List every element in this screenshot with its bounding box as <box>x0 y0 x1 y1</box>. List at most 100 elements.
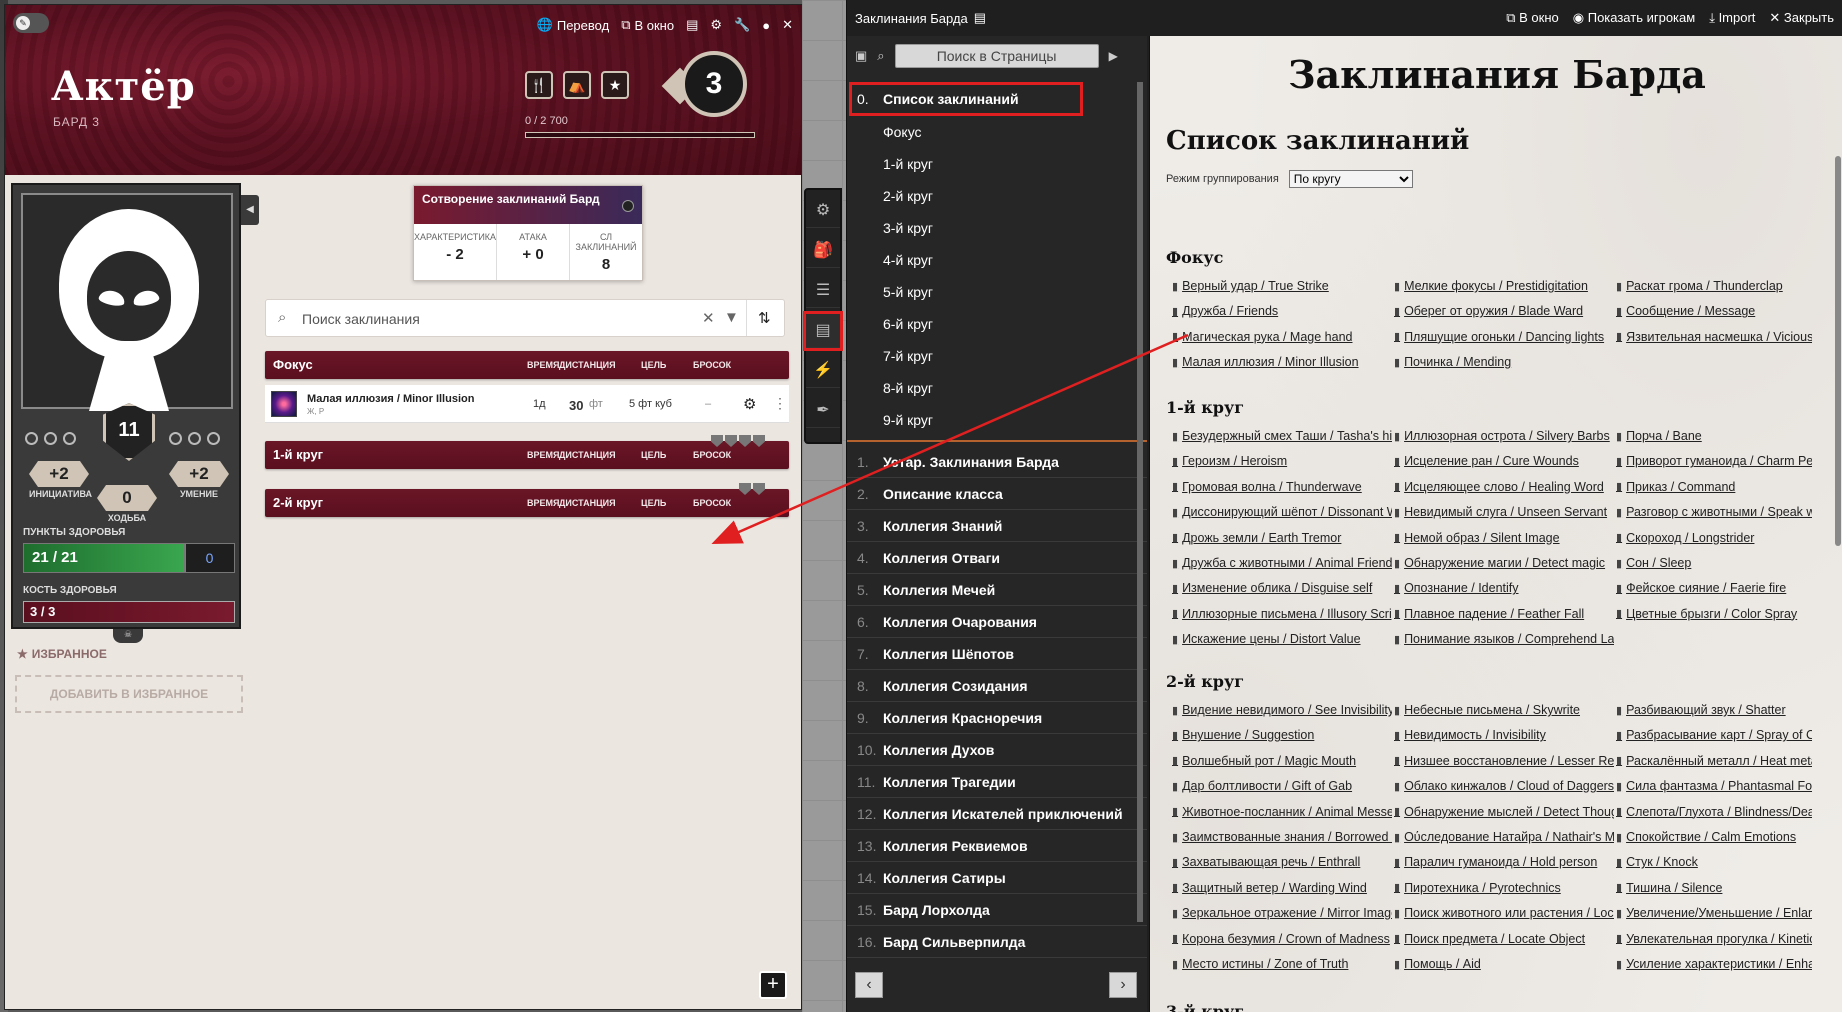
spell-link[interactable]: ▮ Волшебный рот / Magic Mouth <box>1172 751 1392 771</box>
spell-section-header[interactable]: 1-й круг ВРЕМЯ ДИСТАНЦИЯ ЦЕЛЬ БРОСОК <box>265 435 789 469</box>
spell-link[interactable]: ▮ Поиск предмета / Locate Object <box>1394 929 1614 949</box>
tab-features[interactable]: ☰ <box>806 274 840 308</box>
hp-bar[interactable]: 21 / 21 0 <box>23 543 235 573</box>
journal-close-button[interactable]: ✕ Закрыть <box>1769 10 1834 26</box>
spell-link[interactable]: ▮ Плавное падение / Feather Fall <box>1394 604 1614 624</box>
spell-link[interactable]: ▮Приворот гуманоида / Charm Person <box>1616 451 1812 471</box>
nav-item[interactable]: 7. Коллегия Шёпотов <box>847 638 1147 670</box>
spell-link[interactable]: ▮ Зеркальное отражение / Mirror Image <box>1172 903 1392 923</box>
spell-link[interactable]: ▮Усиление характеристики / Enhance Abili… <box>1616 954 1812 974</box>
nav-item-spell-list[interactable]: 0. Список заклинаний <box>849 82 1083 116</box>
spell-link[interactable]: ▮ Немой образ / Silent Image <box>1394 528 1614 548</box>
spell-image[interactable] <box>271 391 297 417</box>
skill-stat[interactable]: +2 УМЕНИЕ <box>169 461 229 499</box>
nav-item[interactable]: 15. Бард Лорхолда <box>847 894 1147 926</box>
tab-effects[interactable]: ⚡ <box>806 354 840 388</box>
spell-link[interactable]: ▮ Героизм / Heroism <box>1172 451 1392 471</box>
nav-item[interactable]: 5. Коллегия Мечей <box>847 574 1147 606</box>
spell-attack-value[interactable]: + 0 <box>497 246 569 263</box>
tab-spells[interactable]: ▤ <box>803 311 843 351</box>
inspiration-button[interactable]: ★ <box>601 71 629 99</box>
search-icon[interactable]: ⌕ <box>877 48 884 64</box>
mode-toggle[interactable]: ✎ <box>13 13 49 33</box>
spell-link[interactable]: ▮ Порча / Bane <box>1616 426 1812 446</box>
death-save-pip[interactable] <box>25 432 38 445</box>
spell-search-input[interactable] <box>302 308 682 330</box>
spell-link[interactable]: ▮ Исцеляющее слово / Healing Word <box>1394 477 1614 497</box>
spell-slot-pip[interactable] <box>739 435 751 447</box>
spell-link[interactable]: ▮ Приказ / Command <box>1616 477 1812 497</box>
character-name[interactable]: Актёр <box>51 63 196 110</box>
nav-subitem[interactable]: 2-й круг <box>847 180 1147 212</box>
spell-roll[interactable]: – <box>705 398 711 410</box>
spell-link[interactable]: ▮ Фейское сияние / Faerie fire <box>1616 578 1812 598</box>
nav-subitem[interactable]: 4-й круг <box>847 244 1147 276</box>
page-search-input[interactable]: Поиск в Страницы <box>894 44 1099 68</box>
spell-link[interactable]: ▮ Иллюзорная острота / Silvery Barbs <box>1394 426 1614 446</box>
popout-button[interactable]: ⧉ В окно <box>621 17 674 33</box>
user-button[interactable]: ● <box>762 18 770 33</box>
spell-link[interactable]: ▮ Обнаружение магии / Detect magic <box>1394 553 1614 573</box>
spell-slot-pip[interactable] <box>739 483 751 495</box>
spell-link[interactable]: ▮Диссонирующий шёпот / Dissonant Whisper… <box>1172 502 1392 522</box>
spell-link[interactable]: ▮ Разбивающий звук / Shatter <box>1616 700 1812 720</box>
death-save-pip[interactable] <box>63 432 76 445</box>
spell-link[interactable]: ▮Дружба с животными / Animal Friendship <box>1172 553 1392 573</box>
spell-link[interactable]: ▮ Пиротехника / Pyrotechnics <box>1394 878 1614 898</box>
journal-popout-button[interactable]: ⧉ В окно <box>1506 10 1559 26</box>
spell-link[interactable]: ▮ Раскат грома / Thunderclap <box>1616 276 1812 296</box>
scrollbar-thumb[interactable] <box>1137 82 1143 922</box>
nav-subitem[interactable]: 6-й круг <box>847 308 1147 340</box>
tab-inventory[interactable]: 🎒 <box>806 234 840 268</box>
death-save-pip[interactable] <box>44 432 57 445</box>
translate-button[interactable]: 🌐 Перевод <box>537 17 610 33</box>
hit-dice-bar[interactable]: 3 / 3 <box>23 601 235 623</box>
spell-row[interactable]: Малая иллюзия / Minor Illusion Ж, Р 1д 3… <box>265 385 789 423</box>
spell-link[interactable]: ▮Ούследование Натайра / Nathair's Mischi… <box>1394 827 1614 847</box>
spell-link[interactable]: ▮ Захватывающая речь / Enthrall <box>1172 852 1392 872</box>
hp-temp[interactable]: 0 <box>184 544 234 572</box>
skull-toggle[interactable]: ☠ <box>113 629 143 643</box>
spell-link[interactable]: ▮ Сон / Sleep <box>1616 553 1812 573</box>
spell-link[interactable]: ▮Язвительная насмешка / Vicious Mockery <box>1616 327 1812 347</box>
spell-link[interactable]: ▮ Обнаружение мыслей / Detect Thoughts <box>1394 802 1614 822</box>
portrait-image[interactable] <box>21 193 233 411</box>
nav-subitem[interactable]: 5-й круг <box>847 276 1147 308</box>
nav-subitem[interactable]: 9-й круг <box>847 404 1147 436</box>
spell-link[interactable]: ▮ Невидимость / Invisibility <box>1394 725 1614 745</box>
spell-link[interactable]: ▮ Исцеление ран / Cure Wounds <box>1394 451 1614 471</box>
collapse-icon[interactable]: ▶ <box>1109 49 1118 63</box>
nav-item[interactable]: 1. Устар. Заклинания Барда <box>847 446 1147 478</box>
spell-link[interactable]: ▮ Цветные брызги / Color Spray <box>1616 604 1812 624</box>
spell-link[interactable]: ▮ Искажение цены / Distort Value <box>1172 629 1392 649</box>
import-button[interactable]: ⤓ Import <box>1709 10 1755 26</box>
gear-icon[interactable]: ⚙ <box>743 395 756 413</box>
spell-link[interactable]: ▮ Сообщение / Message <box>1616 301 1812 321</box>
nav-item[interactable]: 16. Бард Сильверпилда <box>847 926 1147 958</box>
spell-link[interactable]: ▮ Починка / Mending <box>1394 352 1614 372</box>
spell-link[interactable]: ▮Безудержный смех Таши / Tasha's hideous… <box>1172 426 1392 446</box>
more-options-icon[interactable]: ⋮ <box>773 395 787 412</box>
nav-subitem[interactable]: Фокус <box>847 116 1147 148</box>
spell-link[interactable]: ▮Заимствованные знания / Borrowed Knowle… <box>1172 827 1392 847</box>
spell-link[interactable]: ▮ Скороход / Longstrider <box>1616 528 1812 548</box>
show-players-button[interactable]: ◉ Показать игрокам <box>1573 10 1695 26</box>
nav-item[interactable]: 2. Описание класса <box>847 478 1147 510</box>
nav-item[interactable]: 11. Коллегия Трагедии <box>847 766 1147 798</box>
settings-button[interactable]: ⚙ <box>710 17 722 33</box>
movement-stat[interactable]: 0 ХОДЬБА <box>97 485 157 523</box>
nav-item[interactable]: 12. Коллегия Искателей приключений <box>847 798 1147 830</box>
spell-link[interactable]: ▮Разговор с животными / Speak with Anima… <box>1616 502 1812 522</box>
spell-link[interactable]: ▮Увеличение/Уменьшение / Enlarge/Reduce <box>1616 903 1812 923</box>
spell-link[interactable]: ▮ Иллюзорные письмена / Illusory Script <box>1172 604 1392 624</box>
spell-link[interactable]: ▮ Сила фантазма / Phantasmal Force <box>1616 776 1812 796</box>
nav-subitem[interactable]: 1-й круг <box>847 148 1147 180</box>
spell-link[interactable]: ▮Слепота/Глухота / Blindness/Deafness <box>1616 802 1812 822</box>
rest-button[interactable]: 🍴 <box>525 71 553 99</box>
add-favorite-button[interactable]: ДОБАВИТЬ В ИЗБРАННОЕ <box>15 675 243 713</box>
spell-link[interactable]: ▮ Опознание / Identify <box>1394 578 1614 598</box>
toggle-sidebar-icon[interactable]: ▣ <box>855 48 867 64</box>
spell-link[interactable]: ▮ Изменение облика / Disguise self <box>1172 578 1392 598</box>
spell-link[interactable]: ▮ Дружба / Friends <box>1172 301 1392 321</box>
nav-item[interactable]: 6. Коллегия Очарования <box>847 606 1147 638</box>
